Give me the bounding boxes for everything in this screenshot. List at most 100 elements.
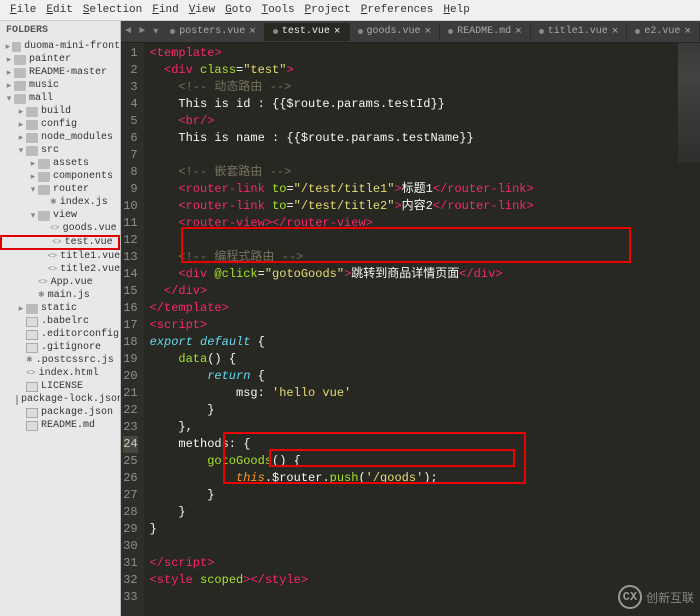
tab-nav-left-icon[interactable]: ◄ (121, 26, 135, 37)
tree-item-package-lock-json[interactable]: package-lock.json (0, 393, 120, 406)
code-line[interactable]: } (150, 521, 700, 538)
tree-item-mall[interactable]: ▾mall (0, 92, 120, 105)
code-line[interactable]: data() { (150, 351, 700, 368)
code-line[interactable]: } (150, 504, 700, 521)
disclosure-triangle-icon[interactable]: ▸ (16, 133, 26, 143)
code-line[interactable]: gotoGoods() { (150, 453, 700, 470)
tree-item-test-vue[interactable]: test.vue (0, 235, 120, 250)
code-line[interactable]: <div class="test"> (150, 62, 700, 79)
tree-item--editorconfig[interactable]: .editorconfig (0, 328, 120, 341)
disclosure-triangle-icon[interactable]: ▾ (28, 185, 38, 195)
code-line[interactable]: export default { (150, 334, 700, 351)
disclosure-triangle-icon[interactable]: ▾ (28, 211, 38, 221)
tab-close-icon[interactable] (249, 26, 256, 38)
tree-item-components[interactable]: ▸components (0, 170, 120, 183)
code-line[interactable] (150, 147, 700, 164)
tree-item-duoma-mini-front[interactable]: ▸duoma-mini-front (0, 40, 120, 53)
menu-file[interactable]: File (6, 2, 40, 18)
tree-item-router[interactable]: ▾router (0, 183, 120, 196)
menu-tools[interactable]: Tools (258, 2, 299, 18)
tree-item-node_modules[interactable]: ▸node_modules (0, 131, 120, 144)
tab-goods-vue[interactable]: goods.vue (350, 23, 441, 41)
tab-close-icon[interactable] (684, 26, 691, 38)
code-line[interactable]: This is id : {{$route.params.testId}} (150, 96, 700, 113)
tree-item-src[interactable]: ▾src (0, 144, 120, 157)
code-line[interactable]: return { (150, 368, 700, 385)
tab-test-vue[interactable]: test.vue (265, 23, 350, 41)
disclosure-triangle-icon[interactable]: ▸ (28, 172, 38, 182)
code-line[interactable]: This is name : {{$route.params.testName}… (150, 130, 700, 147)
disclosure-triangle-icon[interactable]: ▸ (4, 81, 14, 91)
tab-close-icon[interactable] (425, 26, 432, 38)
tab-nav-right-icon[interactable]: ► (135, 26, 149, 37)
tree-item-title2-vue[interactable]: title2.vue (0, 263, 120, 276)
disclosure-triangle-icon[interactable]: ▸ (16, 107, 26, 117)
code-line[interactable]: </div> (150, 283, 700, 300)
code-line[interactable]: <!-- 动态路由 --> (150, 79, 700, 96)
tree-item-config[interactable]: ▸config (0, 118, 120, 131)
tree-item-package-json[interactable]: package.json (0, 406, 120, 419)
code-line[interactable]: <!-- 编程式路由 --> (150, 249, 700, 266)
code-line[interactable]: }, (150, 419, 700, 436)
menu-edit[interactable]: Edit (42, 2, 76, 18)
tree-item--gitignore[interactable]: .gitignore (0, 341, 120, 354)
tree-item-main-js[interactable]: main.js (0, 289, 120, 302)
menu-help[interactable]: Help (439, 2, 473, 18)
tree-item-view[interactable]: ▾view (0, 209, 120, 222)
tree-item-index-html[interactable]: index.html (0, 367, 120, 380)
code-line[interactable]: </template> (150, 300, 700, 317)
tree-item-README-md[interactable]: README.md (0, 419, 120, 432)
disclosure-triangle-icon[interactable]: ▸ (4, 68, 14, 78)
code-line[interactable]: <br/> (150, 113, 700, 130)
menu-selection[interactable]: Selection (79, 2, 146, 18)
code-line[interactable]: </script> (150, 555, 700, 572)
tree-item-painter[interactable]: ▸painter (0, 53, 120, 66)
tree-item-assets[interactable]: ▸assets (0, 157, 120, 170)
disclosure-triangle-icon[interactable]: ▸ (28, 159, 38, 169)
code-line[interactable]: <router-link to="/test/title2">内容2</rout… (150, 198, 700, 215)
tree-item-README-master[interactable]: ▸README-master (0, 66, 120, 79)
tree-item-title1-vue[interactable]: title1.vue (0, 250, 120, 263)
tab-close-icon[interactable] (612, 26, 619, 38)
tree-item-static[interactable]: ▸static (0, 302, 120, 315)
disclosure-triangle-icon[interactable]: ▸ (16, 304, 26, 314)
menu-view[interactable]: View (185, 2, 219, 18)
tab-close-icon[interactable] (515, 26, 522, 38)
code-line[interactable]: <script> (150, 317, 700, 334)
menu-project[interactable]: Project (301, 2, 355, 18)
tab-e2-vue[interactable]: e2.vue (627, 23, 700, 41)
minimap[interactable] (678, 43, 700, 163)
tree-item-index-js[interactable]: index.js (0, 196, 120, 209)
code-line[interactable] (150, 232, 700, 249)
code-content[interactable]: <template> <div class="test"> <!-- 动态路由 … (144, 43, 700, 616)
tab-posters-vue[interactable]: posters.vue (162, 23, 265, 41)
code-line[interactable]: } (150, 487, 700, 504)
code-line[interactable] (150, 538, 700, 555)
code-line[interactable]: <!-- 嵌套路由 --> (150, 164, 700, 181)
code-line[interactable]: msg: 'hello vue' (150, 385, 700, 402)
tab-menu-icon[interactable]: ▾ (149, 26, 162, 38)
menu-find[interactable]: Find (148, 2, 182, 18)
code-line[interactable]: this.$router.push('/goods'); (150, 470, 700, 487)
code-line[interactable]: } (150, 402, 700, 419)
tree-item-goods-vue[interactable]: goods.vue (0, 222, 120, 235)
tree-item--babelrc[interactable]: .babelrc (0, 315, 120, 328)
code-line[interactable]: <router-view></router-view> (150, 215, 700, 232)
code-line[interactable]: <template> (150, 45, 700, 62)
tab-README-md[interactable]: README.md (440, 23, 531, 41)
disclosure-triangle-icon[interactable]: ▾ (4, 94, 14, 104)
disclosure-triangle-icon[interactable]: ▸ (16, 120, 26, 130)
code-line[interactable]: <div @click="gotoGoods">跳转到商品详情页面</div> (150, 266, 700, 283)
tree-item--postcssrc-js[interactable]: .postcssrc.js (0, 354, 120, 367)
menu-goto[interactable]: Goto (221, 2, 255, 18)
disclosure-triangle-icon[interactable]: ▸ (4, 42, 12, 52)
disclosure-triangle-icon[interactable]: ▾ (16, 146, 26, 156)
tree-item-LICENSE[interactable]: LICENSE (0, 380, 120, 393)
code-line[interactable]: methods: { (150, 436, 700, 453)
code-editor[interactable]: 1234567891011121314151617181920212223242… (121, 43, 700, 616)
tree-item-music[interactable]: ▸music (0, 79, 120, 92)
tree-item-build[interactable]: ▸build (0, 105, 120, 118)
code-line[interactable]: <router-link to="/test/title1">标题1</rout… (150, 181, 700, 198)
tab-close-icon[interactable] (334, 26, 341, 38)
disclosure-triangle-icon[interactable]: ▸ (4, 55, 14, 65)
